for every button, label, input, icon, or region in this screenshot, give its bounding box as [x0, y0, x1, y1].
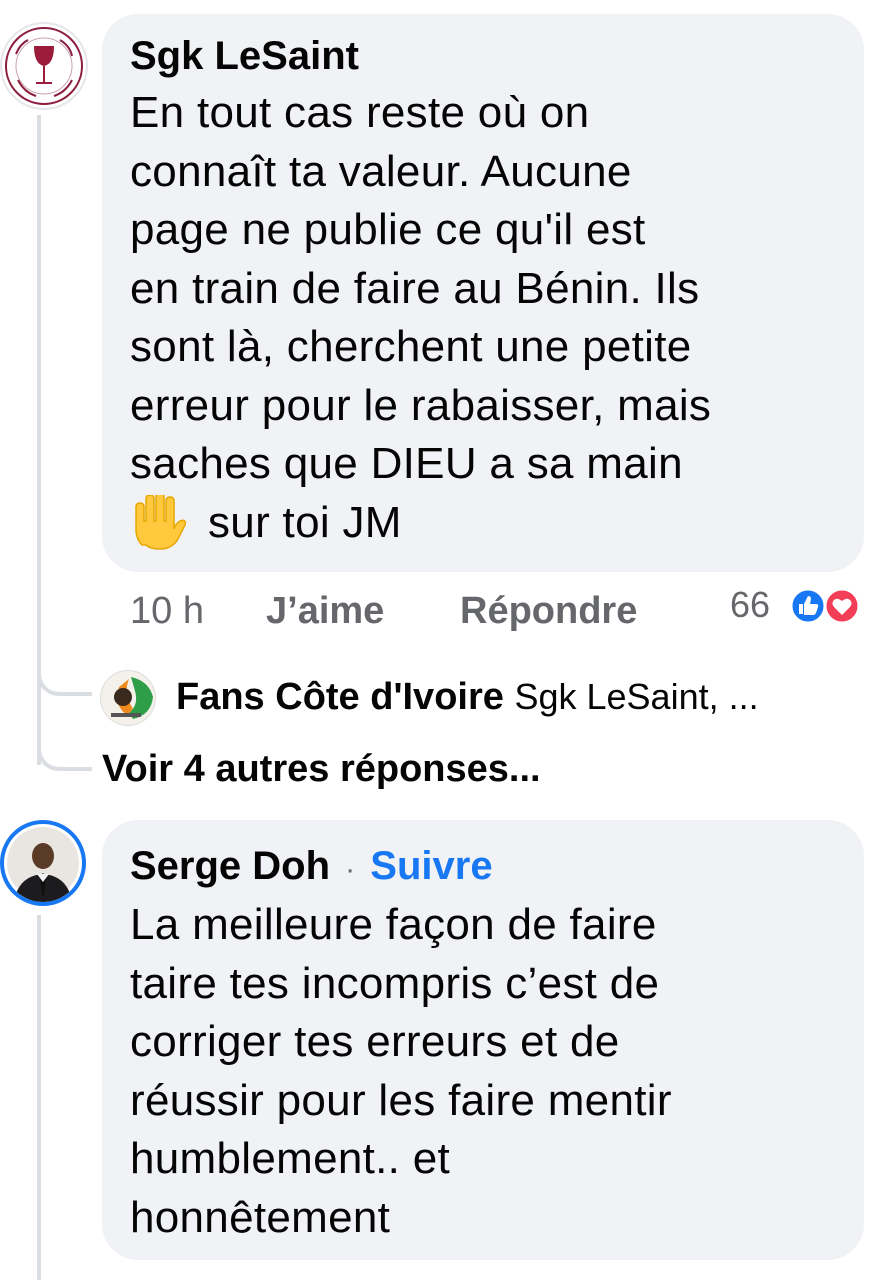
follow-button[interactable]: Suivre: [370, 844, 492, 888]
comment-time[interactable]: 10 h: [130, 590, 204, 633]
comment-line: corriger tes erreurs et de: [130, 1017, 620, 1066]
comment-line: en train de faire au Bénin. Ils: [130, 263, 700, 313]
wine-glass-logo-icon: [5, 27, 83, 105]
love-reaction-icon: [823, 587, 861, 625]
comment-line: taire tes incompris c’est de: [130, 958, 660, 1008]
reactions[interactable]: [786, 586, 866, 630]
thread-branch-2: [37, 735, 92, 771]
reply-button[interactable]: Répondre: [460, 590, 637, 633]
thread-branch-1: [37, 660, 92, 696]
thread-line-2: [37, 915, 41, 1280]
view-more-replies-button[interactable]: Voir 4 autres réponses...: [102, 748, 541, 791]
comment-line: honnêtement: [130, 1192, 391, 1242]
comment-line: réussir pour les faire mentir: [130, 1075, 672, 1125]
comment-author[interactable]: Sgk LeSaint: [130, 32, 836, 80]
sgk-lesaint-avatar[interactable]: [0, 22, 88, 110]
reply-author[interactable]: Fans Côte d'Ivoire: [176, 676, 504, 718]
reply-snippet: Sgk LeSaint, ...: [514, 676, 759, 717]
comment-line: saches que DIEU a sa main: [130, 439, 683, 488]
comment-header: Serge Doh · Suivre: [130, 842, 836, 894]
comment-text: En tout cas reste où on connaît ta valeu…: [130, 84, 836, 552]
comment-bubble[interactable]: Serge Doh · Suivre La meilleure façon de…: [102, 820, 864, 1260]
raised-hand-emoji-icon: [130, 491, 187, 551]
like-reaction-icon: [789, 587, 827, 625]
comment-line: connaît ta valeur. Aucune: [130, 146, 632, 196]
comment-line: sont là, cherchent une petite: [130, 322, 692, 371]
profile-photo-icon: [7, 827, 79, 902]
comment-bubble[interactable]: Sgk LeSaint En tout cas reste où on conn…: [102, 14, 864, 572]
comment-author[interactable]: Serge Doh: [130, 844, 330, 888]
comment-line: La meilleure façon de faire: [130, 900, 657, 949]
fans-cote-divoire-avatar[interactable]: [100, 670, 156, 726]
reaction-count[interactable]: 66: [730, 584, 770, 626]
comment-text: La meilleure façon de faire taire tes in…: [130, 896, 836, 1247]
comment-actions: 10 h J’aime Répondre 66: [0, 584, 869, 640]
comment-line: erreur pour le rabaisser, mais: [130, 380, 712, 430]
reply-preview[interactable]: Fans Côte d'Ivoire Sgk LeSaint, ...: [176, 676, 866, 719]
separator-dot: ·: [345, 853, 356, 886]
comment-line: humblement.. et: [130, 1134, 450, 1183]
serge-doh-avatar[interactable]: [0, 820, 86, 906]
comment-line: page ne publie ce qu'il est: [130, 205, 646, 254]
comment-line: sur toi JM: [130, 491, 836, 553]
fans-logo-icon: [111, 677, 153, 719]
comment-line: En tout cas reste où on: [130, 88, 590, 137]
like-button[interactable]: J’aime: [266, 590, 384, 633]
